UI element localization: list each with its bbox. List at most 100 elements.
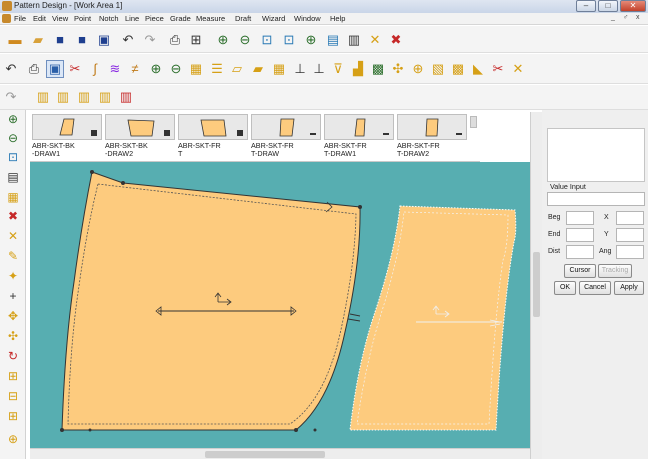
menu-grade[interactable]: Grade (170, 14, 191, 23)
move-point-icon[interactable]: ✥ (4, 307, 22, 325)
pleat-icon[interactable]: ✣ (389, 60, 407, 78)
edit-icon[interactable]: ⊕ (4, 430, 22, 448)
mdi-close-button[interactable]: x (636, 14, 640, 21)
menu-notch[interactable]: Notch (99, 14, 119, 23)
tracking-button[interactable]: Tracking (598, 264, 632, 278)
redo-icon[interactable]: ↷ (2, 88, 20, 106)
table-icon[interactable]: ▦ (4, 188, 22, 206)
add-point-icon[interactable]: + (4, 287, 22, 305)
close-icon[interactable]: ✕ (509, 60, 527, 78)
zoom-in-icon[interactable]: ⊕ (214, 31, 232, 49)
horizontal-scroll-thumb[interactable] (205, 451, 325, 458)
save-icon[interactable]: ■ (51, 31, 69, 49)
save-as-icon[interactable]: ▣ (95, 31, 113, 49)
split-icon[interactable]: ⊥ (291, 60, 309, 78)
zoom-piece-icon[interactable]: ⊡ (258, 31, 276, 49)
draw-piece-2-icon[interactable]: ▥ (54, 88, 72, 106)
ruler-icon[interactable]: ≠ (126, 60, 144, 78)
delete-icon[interactable]: ✖ (387, 31, 405, 49)
notes-icon[interactable]: ▤ (4, 168, 22, 186)
seam-icon[interactable]: ▟ (349, 60, 367, 78)
apply-button[interactable]: Apply (614, 281, 644, 295)
print-icon[interactable]: ⎙ (25, 60, 43, 78)
zoom-piece-icon[interactable]: ⊡ (4, 148, 22, 166)
menu-help[interactable]: Help (330, 14, 345, 23)
undo-icon[interactable]: ↶ (119, 31, 137, 49)
ok-button[interactable]: OK (554, 281, 576, 295)
draw-piece-3-icon[interactable]: ▥ (75, 88, 93, 106)
mdi-minimize-button[interactable]: _ (611, 14, 615, 21)
line-tool-icon[interactable]: ≋ (106, 60, 124, 78)
menu-measure[interactable]: Measure (196, 14, 225, 23)
dart-icon[interactable]: ▩ (369, 60, 387, 78)
piece-thumb[interactable]: ABR-SKT-FR T-DRAW2 (397, 114, 467, 162)
measure-icon[interactable]: ▥ (345, 31, 363, 49)
mirror-icon[interactable]: ⊽ (329, 60, 347, 78)
piece-thumb[interactable]: ABR-SKT-FR T-DRAW (251, 114, 321, 162)
pattern-icon[interactable]: ✂ (66, 60, 84, 78)
open-icon[interactable]: ▰ (29, 31, 47, 49)
vertical-scrollbar[interactable] (530, 112, 542, 459)
erase-icon[interactable]: ✕ (4, 227, 22, 245)
delete-icon[interactable]: ✖ (4, 207, 22, 225)
zoom-out-icon[interactable]: ⊖ (236, 31, 254, 49)
ang-field[interactable] (616, 245, 644, 259)
strip-scroll-handle[interactable] (470, 116, 477, 128)
zoom-in-icon[interactable]: ⊕ (147, 60, 165, 78)
undo-icon[interactable]: ↶ (2, 60, 20, 78)
piece-thumb[interactable]: ABR-SKT-BK -DRAW2 (105, 114, 175, 162)
menu-wizard[interactable]: Wizard (262, 14, 285, 23)
zoom-in-icon[interactable]: ⊕ (4, 110, 22, 128)
zoom-out-icon[interactable]: ⊖ (167, 60, 185, 78)
layout-icon[interactable]: ▦ (187, 60, 205, 78)
move-icon[interactable]: ▰ (249, 60, 267, 78)
menu-piece[interactable]: Piece (145, 14, 164, 23)
value-input-field[interactable] (547, 192, 645, 206)
menu-line[interactable]: Line (125, 14, 139, 23)
draw-piece-4-icon[interactable]: ▥ (96, 88, 114, 106)
y-field[interactable] (616, 228, 644, 242)
stretch-icon[interactable]: ▩ (449, 60, 467, 78)
menu-point[interactable]: Point (74, 14, 91, 23)
horizontal-scrollbar[interactable] (30, 448, 530, 459)
close-button[interactable]: ✕ (620, 0, 646, 12)
piece-thumb[interactable]: ABR-SKT-FR T (178, 114, 248, 162)
curve-icon[interactable]: ∫ (86, 60, 104, 78)
piece-icon[interactable]: ▱ (228, 60, 246, 78)
cursor-button[interactable]: Cursor (564, 264, 596, 278)
scale-icon[interactable]: ✣ (4, 327, 22, 345)
drill-icon[interactable]: ⊕ (409, 60, 427, 78)
paste-icon[interactable]: ⊞ (4, 407, 22, 425)
vertical-scroll-thumb[interactable] (533, 252, 540, 317)
insert-icon[interactable]: ⊟ (4, 387, 22, 405)
notch-icon[interactable]: ⊥ (310, 60, 328, 78)
plot-icon[interactable]: ⊞ (187, 31, 205, 49)
menu-view[interactable]: View (52, 14, 68, 23)
delete-piece-icon[interactable]: ▥ (117, 88, 135, 106)
work-area-canvas[interactable] (30, 162, 530, 448)
grid-icon[interactable]: ☰ (208, 60, 226, 78)
zoom-select-icon[interactable]: ⊡ (280, 31, 298, 49)
end-field[interactable] (566, 228, 594, 242)
select-icon[interactable]: ▣ (46, 60, 64, 78)
clear-icon[interactable]: ✕ (366, 31, 384, 49)
piece-thumb[interactable]: ABR-SKT-BK -DRAW1 (32, 114, 102, 162)
resize-icon[interactable]: ⊞ (4, 367, 22, 385)
grade-icon[interactable]: ▦ (270, 60, 288, 78)
zoom-fit-icon[interactable]: ▤ (324, 31, 342, 49)
menu-edit[interactable]: Edit (33, 14, 46, 23)
menu-window[interactable]: Window (294, 14, 321, 23)
menu-file[interactable]: File (14, 14, 26, 23)
piece-thumb[interactable]: ABR-SKT-FR T-DRAW1 (324, 114, 394, 162)
dist-field[interactable] (566, 245, 594, 259)
rotate-icon[interactable]: ↻ (4, 347, 22, 365)
fold-icon[interactable]: ▧ (429, 60, 447, 78)
minimize-button[interactable]: – (576, 0, 596, 12)
shrink-icon[interactable]: ◣ (469, 60, 487, 78)
save-all-icon[interactable]: ■ (73, 31, 91, 49)
zoom-previous-icon[interactable]: ⊕ (302, 31, 320, 49)
beg-field[interactable] (566, 211, 594, 225)
print-icon[interactable]: ⎙ (166, 31, 184, 49)
new-piece-icon[interactable]: ▬ (6, 31, 24, 49)
zoom-out-icon[interactable]: ⊖ (4, 129, 22, 147)
